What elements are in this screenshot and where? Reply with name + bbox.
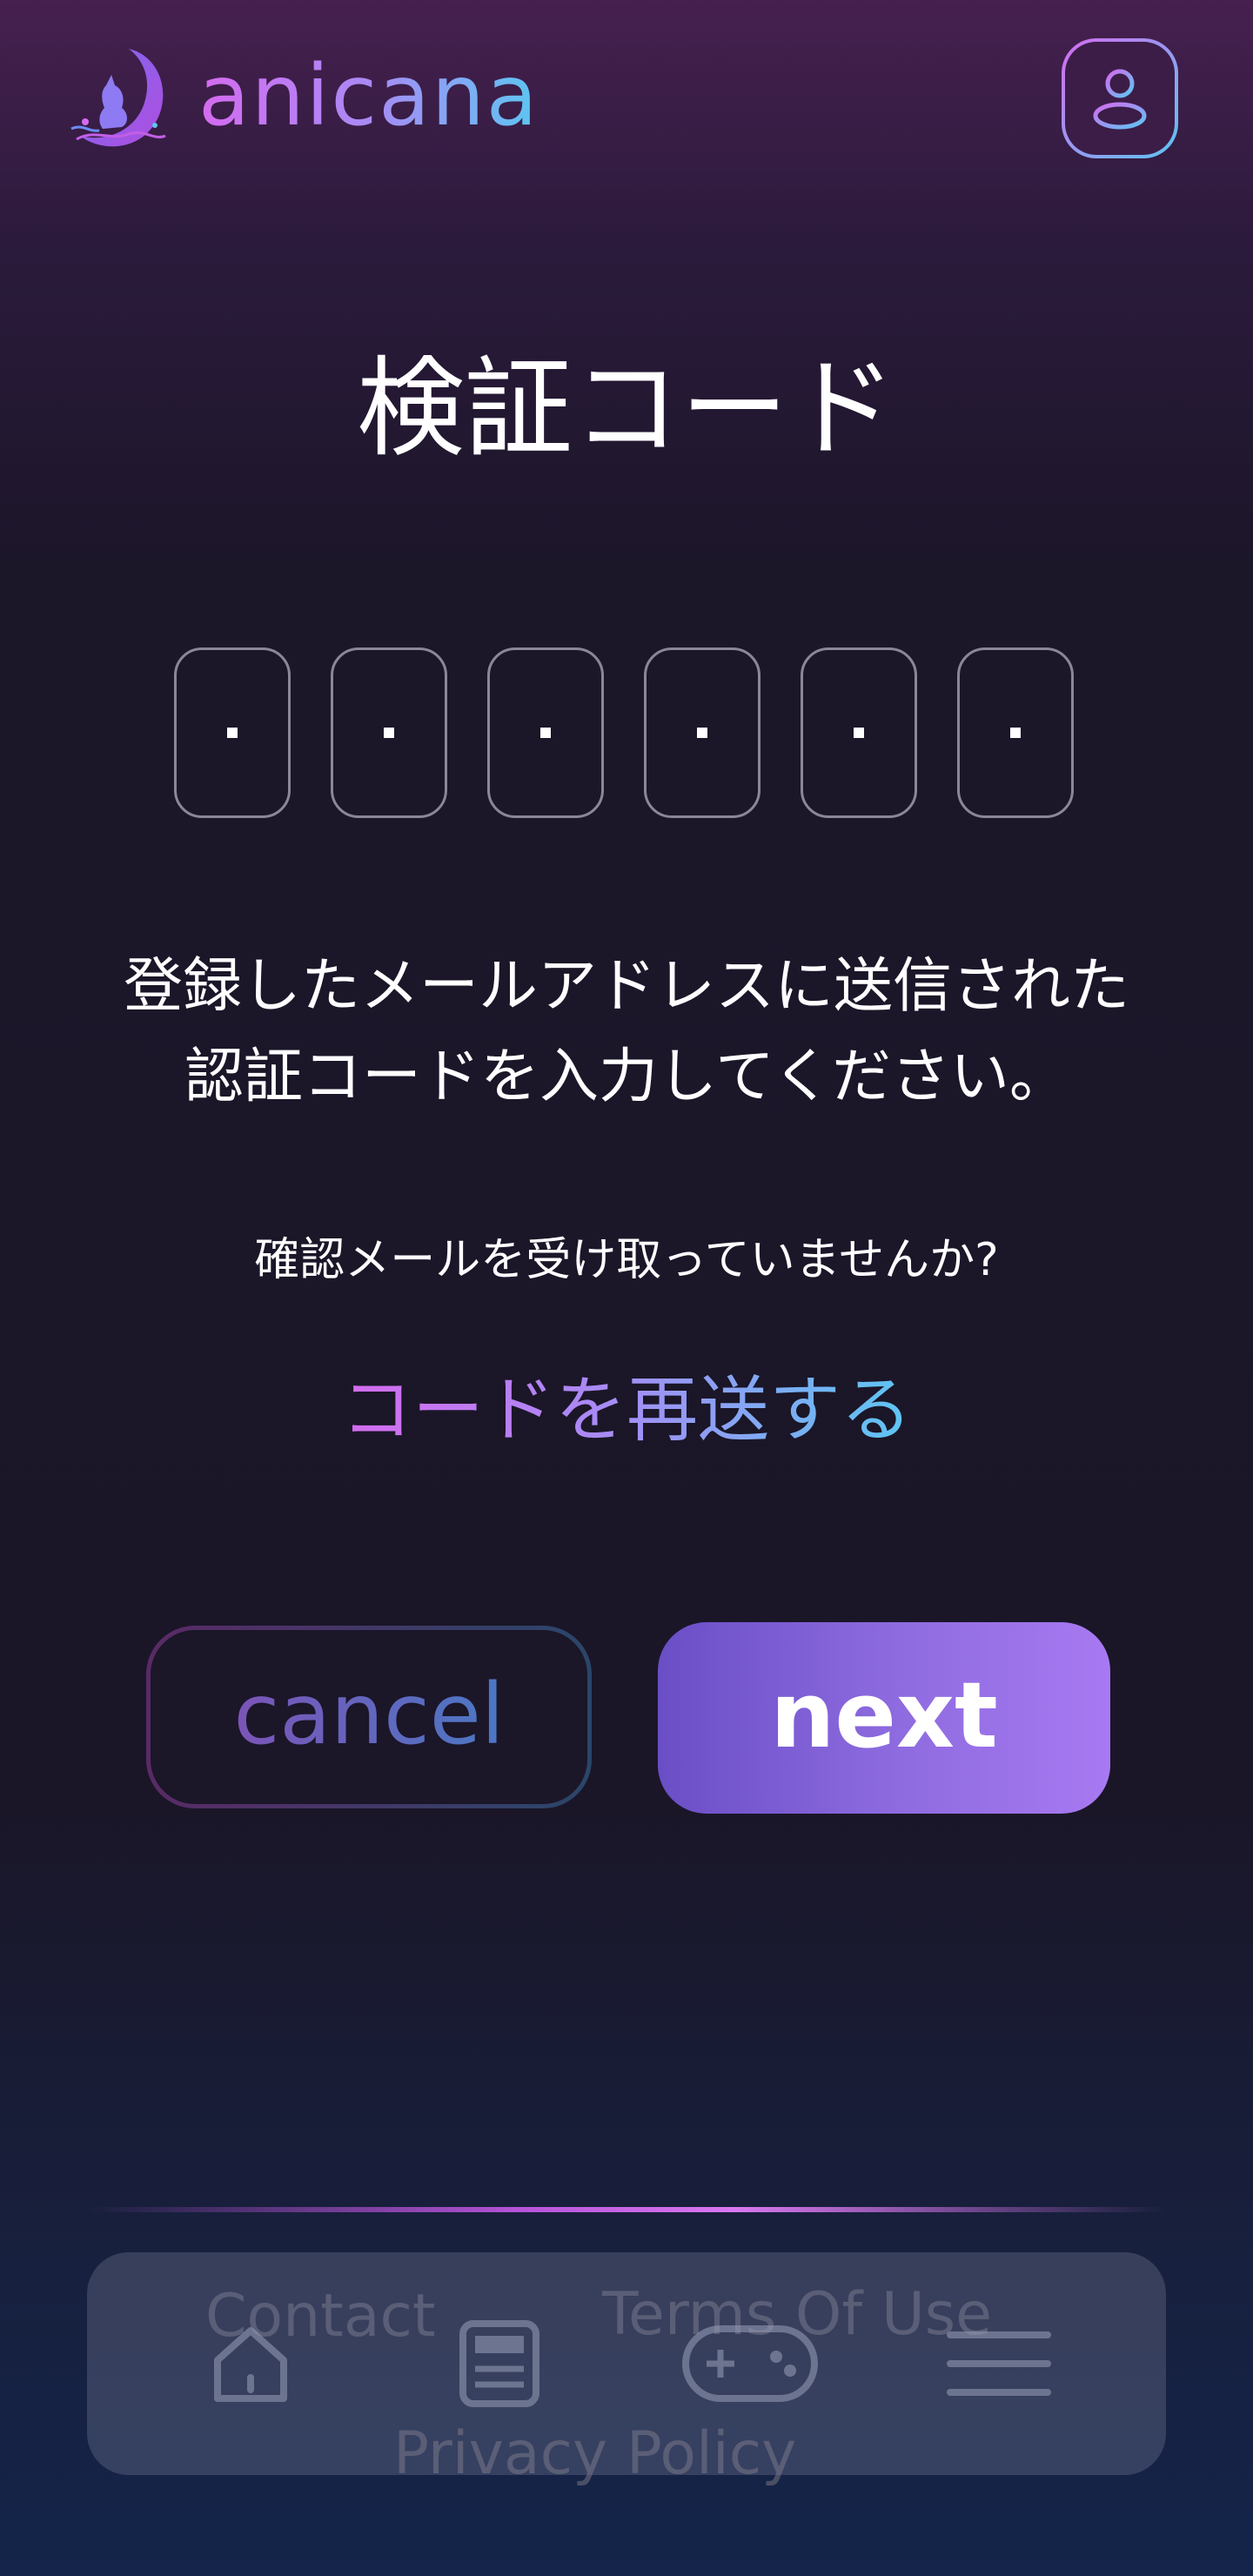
crescent-moon-cat-logo[interactable] xyxy=(68,45,172,155)
verification-code-input[interactable] xyxy=(174,647,1079,822)
code-digit-1[interactable] xyxy=(174,647,291,818)
code-digit-3[interactable] xyxy=(487,647,604,818)
resend-code-link[interactable]: コードを再送する xyxy=(341,1369,912,1452)
code-placeholder-dot xyxy=(384,728,394,738)
resend-code-link-wrap: コードを再送する xyxy=(0,1363,1253,1459)
footer-divider xyxy=(87,2207,1166,2212)
code-placeholder-dot xyxy=(697,728,707,738)
news-icon xyxy=(459,2320,539,2407)
cancel-button-label: cancel xyxy=(233,1666,505,1763)
code-digit-5[interactable] xyxy=(801,647,917,818)
bottom-nav-bar xyxy=(87,2252,1166,2475)
nav-menu[interactable] xyxy=(912,2252,1086,2475)
brand-wordmark: anicana xyxy=(198,47,539,144)
code-digit-4[interactable] xyxy=(644,647,761,818)
gamepad-icon xyxy=(682,2325,818,2402)
account-button[interactable] xyxy=(1062,38,1178,158)
user-icon xyxy=(1093,69,1147,130)
resend-question: 確認メールを受け取っていませんか? xyxy=(254,1234,999,1286)
nav-games[interactable] xyxy=(663,2252,837,2475)
code-digit-6[interactable] xyxy=(957,647,1074,818)
code-digit-2[interactable] xyxy=(331,647,447,818)
code-placeholder-dot xyxy=(540,728,551,738)
instruction-line-2: 認証コードを入力してください。 xyxy=(184,1043,1069,1111)
next-button[interactable]: next xyxy=(658,1622,1110,1814)
instruction-text: 登録したメールアドレスに送信された 認証コードを入力してください。 xyxy=(0,942,1253,1123)
next-button-label: next xyxy=(770,1662,998,1768)
menu-icon xyxy=(947,2331,1051,2396)
code-placeholder-dot xyxy=(227,728,238,738)
app-header: anicana xyxy=(0,0,1253,209)
code-placeholder-dot xyxy=(854,728,864,738)
cancel-button[interactable]: cancel xyxy=(146,1626,592,1808)
instruction-line-1: 登録したメールアドレスに送信された xyxy=(123,952,1129,1021)
nav-home[interactable] xyxy=(164,2252,338,2475)
code-placeholder-dot xyxy=(1010,728,1021,738)
page-title: 検証コード xyxy=(356,346,896,472)
home-icon xyxy=(214,2327,287,2402)
nav-news[interactable] xyxy=(412,2252,586,2475)
